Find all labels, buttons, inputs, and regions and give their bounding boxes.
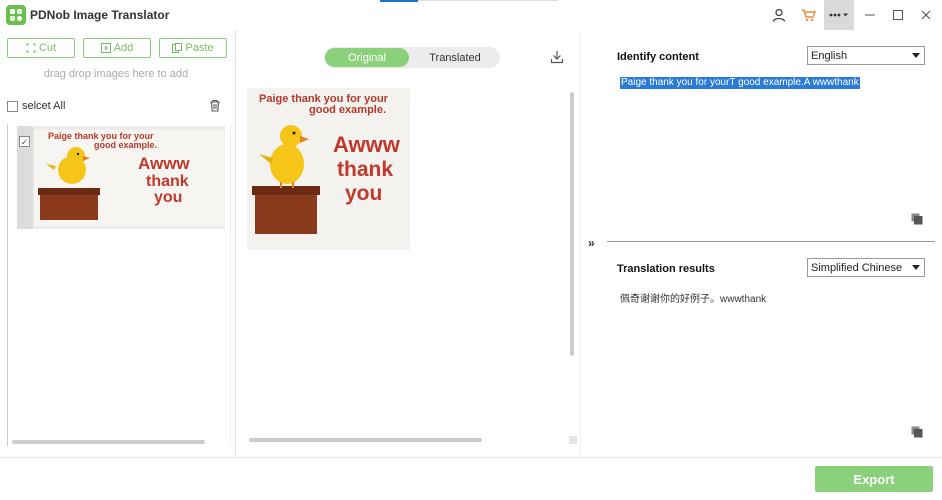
preview-caption-you: you (345, 182, 382, 205)
paste-button[interactable]: Paste (159, 38, 227, 58)
footer-divider (0, 457, 942, 458)
tab-translated[interactable]: Translated (412, 48, 498, 67)
section-divider (607, 241, 935, 242)
trash-icon[interactable] (209, 99, 221, 115)
source-language-select[interactable]: English (807, 46, 925, 65)
app-title: PDNob Image Translator (30, 8, 170, 22)
tab-original[interactable]: Original (325, 48, 409, 67)
original-image-preview: Paige thank you for your good example. A… (247, 88, 410, 250)
cut-label: Cut (38, 42, 57, 54)
recognized-text[interactable]: Paige thank you for yourT good example.A… (620, 77, 860, 89)
drag-drop-hint: drag drop images here to add (43, 68, 189, 80)
crop-icon (26, 43, 36, 53)
thumb-caption-thank: thank (146, 173, 189, 190)
preview-vertical-scrollbar[interactable] (570, 92, 574, 356)
list-horizontal-scrollbar[interactable] (12, 440, 205, 444)
top-accent-bar (380, 0, 418, 2)
panel-divider-right (580, 30, 581, 456)
select-all-checkbox[interactable] (7, 100, 18, 112)
chevron-down-icon (912, 265, 920, 270)
cart-icon[interactable] (797, 5, 819, 25)
more-icon (829, 13, 848, 17)
minimize-icon[interactable] (859, 5, 881, 25)
app-logo-icon (6, 5, 26, 25)
copy-icon[interactable] (911, 426, 923, 438)
preview-caption-awww: Awww (333, 132, 401, 157)
top-divider (418, 0, 558, 1)
translation-results-label: Translation results (617, 263, 715, 275)
image-list: ✓ Paige thank you for your good example.… (7, 124, 231, 446)
more-menu-button[interactable] (824, 0, 854, 30)
thumb-caption-awww: Awww (138, 154, 190, 173)
preview-caption-line2: good example. (309, 104, 386, 116)
title-bar: PDNob Image Translator (0, 0, 942, 30)
translated-text[interactable]: 佩奇谢谢你的好例子。wwwthank (620, 290, 766, 305)
copy-icon[interactable] (911, 213, 923, 225)
item-checkbox[interactable]: ✓ (19, 136, 30, 147)
target-language-value: Simplified Chinese (811, 261, 903, 274)
panel-divider-left (235, 30, 236, 456)
chevron-down-icon (912, 53, 920, 58)
identify-content-label: Identify content (617, 51, 699, 63)
cut-button[interactable]: Cut (7, 38, 75, 58)
thumb-caption-you: you (154, 189, 182, 206)
add-button[interactable]: Add (83, 38, 151, 58)
export-button[interactable]: Export (815, 466, 933, 492)
double-chevron-right-icon[interactable]: » (588, 236, 595, 250)
maximize-icon[interactable] (887, 5, 909, 25)
close-icon[interactable] (915, 5, 937, 25)
thumbnail-image: Paige thank you for your good example. A… (34, 130, 225, 226)
user-icon[interactable] (768, 5, 790, 25)
scroll-corner (569, 436, 577, 444)
add-image-icon (100, 43, 111, 53)
paste-icon (172, 43, 183, 53)
preview-caption-thank: thank (337, 158, 393, 181)
paste-label: Paste (185, 42, 214, 54)
image-list-item[interactable]: ✓ Paige thank you for your good example.… (17, 126, 225, 229)
select-all-control[interactable]: selcet All (7, 100, 65, 112)
download-icon[interactable] (550, 50, 564, 67)
preview-horizontal-scrollbar[interactable] (249, 438, 482, 442)
target-language-select[interactable]: Simplified Chinese (807, 258, 925, 277)
add-label: Add (113, 42, 134, 54)
source-language-value: English (811, 49, 848, 62)
thumb-caption-line2: good example. (94, 140, 157, 150)
select-all-label: selcet All (22, 100, 66, 112)
view-toggle: Original Translated (324, 47, 500, 68)
